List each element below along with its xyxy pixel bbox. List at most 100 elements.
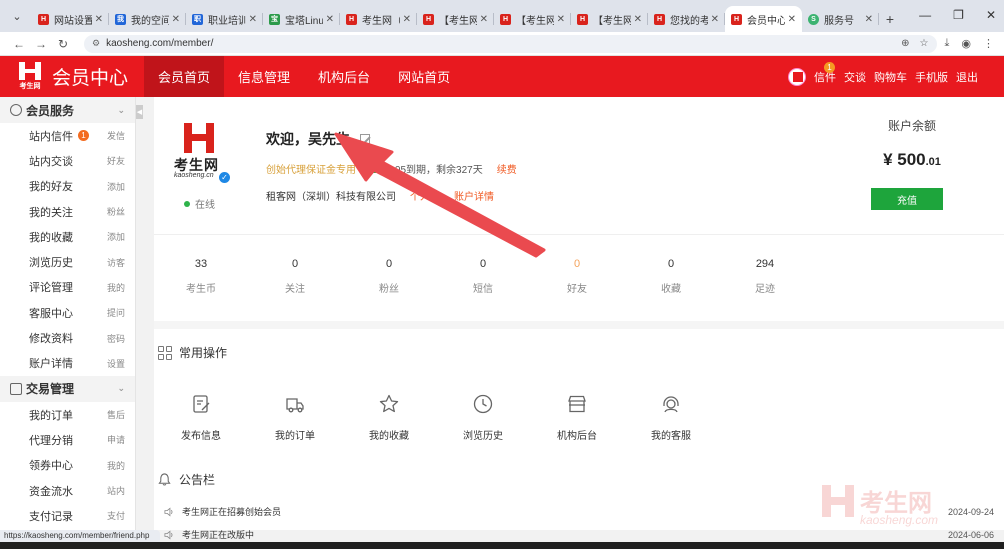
sidebar-item-action[interactable]: 我的 <box>107 281 125 294</box>
sidebar-item-action[interactable]: 访客 <box>107 256 125 269</box>
zoom-icon[interactable]: ⊕ <box>901 38 909 49</box>
bookmark-star-icon[interactable]: ☆ <box>920 38 929 49</box>
chevron-down-icon[interactable]: ⌄ <box>117 383 125 394</box>
sidebar-item[interactable]: 评论管理 我的 <box>0 275 135 300</box>
stat-item[interactable]: 33 考生币 <box>154 258 248 295</box>
back-icon[interactable]: ← <box>10 37 28 51</box>
stat-item[interactable]: 0 关注 <box>248 258 342 295</box>
site-info-icon[interactable]: ⚙ <box>92 38 100 49</box>
sidebar-item[interactable]: 站内交谈 好友 <box>0 148 135 173</box>
sidebar-item[interactable]: 客服中心 提问 <box>0 300 135 325</box>
browser-tab[interactable]: H 您找的考生✕ <box>648 6 725 32</box>
sidebar-item-action[interactable]: 提问 <box>107 306 125 319</box>
sidebar-item-action[interactable]: 密码 <box>107 332 125 345</box>
restore-icon[interactable]: ❐ <box>953 8 964 22</box>
nav-item[interactable]: 网站首页 <box>384 56 464 97</box>
logout-link[interactable]: 退出 <box>956 69 978 85</box>
download-icon[interactable]: ⤓ <box>945 37 950 50</box>
browser-tab[interactable]: H 网站设置 -✕ <box>32 6 109 32</box>
browser-tab[interactable]: H 【考生网】✕ <box>571 6 648 32</box>
sidebar-item[interactable]: 支付记录 支付 <box>0 503 135 528</box>
reload-icon[interactable]: ↻ <box>54 37 72 51</box>
profile-icon[interactable]: ◉ <box>961 37 971 50</box>
renew-link[interactable]: 续费 <box>497 161 517 176</box>
stat-item[interactable]: 294 足迹 <box>718 258 812 295</box>
sidebar-item[interactable]: 我的关注 粉丝 <box>0 199 135 224</box>
minimize-icon[interactable]: — <box>919 8 931 22</box>
chevron-down-icon[interactable]: ⌄ <box>117 105 125 116</box>
nav-item[interactable]: 会员首页 <box>144 56 225 97</box>
tab-close-icon[interactable]: ✕ <box>480 14 488 25</box>
tab-close-icon[interactable]: ✕ <box>865 14 873 25</box>
site-logo[interactable]: 考生网 <box>12 62 48 92</box>
mobile-link[interactable]: 手机版 <box>915 69 948 85</box>
quick-op[interactable]: 发布信息 <box>154 393 248 442</box>
browser-tab[interactable]: H 会员中心_考✕ <box>725 6 802 32</box>
sidebar-section-header[interactable]: 交易管理 ⌄ <box>0 375 135 402</box>
sidebar-item[interactable]: 我的订单 售后 <box>0 402 135 427</box>
sidebar-item[interactable]: 修改资料 密码 <box>0 325 135 350</box>
quick-op[interactable]: 浏览历史 <box>436 393 530 442</box>
sidebar-item-action[interactable]: 发信 <box>107 129 125 142</box>
sidebar-item[interactable]: 我的收藏 添加 <box>0 224 135 249</box>
browser-tab[interactable]: H 【考生网】✕ <box>494 6 571 32</box>
browser-tab[interactable]: 我我的空间 ✕ <box>109 6 186 32</box>
close-window-icon[interactable]: ✕ <box>986 8 996 22</box>
browser-tab[interactable]: H 考生网（ka✕ <box>340 6 417 32</box>
quick-op[interactable]: 机构后台 <box>530 393 624 442</box>
member-grade[interactable]: 创始代理保证金专用 <box>266 161 356 176</box>
tab-close-icon[interactable]: ✕ <box>172 14 180 25</box>
tab-close-icon[interactable]: ✕ <box>634 14 642 25</box>
chat-link[interactable]: 交谈 <box>844 69 866 85</box>
sidebar-item[interactable]: 账户详情 设置 <box>0 351 135 376</box>
sidebar-item-action[interactable]: 站内 <box>107 484 125 497</box>
homepage-link[interactable]: 个人主 <box>410 188 440 203</box>
stat-item[interactable]: 0 短信 <box>436 258 530 295</box>
sidebar-item-action[interactable]: 好友 <box>107 154 125 167</box>
new-tab-button[interactable]: + <box>879 6 901 32</box>
stat-item[interactable]: 0 粉丝 <box>342 258 436 295</box>
sidebar-item-action[interactable]: 设置 <box>107 357 125 370</box>
stat-item[interactable]: 0 好友 <box>530 258 624 295</box>
browser-tab[interactable]: H 【考生网】✕ <box>417 6 494 32</box>
tab-close-icon[interactable]: ✕ <box>403 14 411 25</box>
forward-icon[interactable]: → <box>32 37 50 51</box>
tab-close-icon[interactable]: ✕ <box>788 14 796 25</box>
sidebar-item-action[interactable]: 我的 <box>107 459 125 472</box>
sidebar-item[interactable]: 领券中心 我的 <box>0 453 135 478</box>
recharge-button[interactable]: 充值 <box>871 188 943 210</box>
browser-tab[interactable]: S 服务号 ✕ <box>802 6 879 32</box>
tab-close-icon[interactable]: ✕ <box>249 14 257 25</box>
url-input[interactable]: ⚙ kaosheng.com/member/ ⊕ ☆ <box>84 34 937 53</box>
sidebar-item-action[interactable]: 添加 <box>107 230 125 243</box>
sidebar-item-action[interactable]: 添加 <box>107 180 125 193</box>
tab-search-chevron-icon[interactable]: ⌄ <box>6 5 28 27</box>
menu-dots-icon[interactable]: ⋮ <box>983 37 994 50</box>
notice-item[interactable]: 考生网正在改版中 2024-06-06 <box>164 528 994 541</box>
sidebar-item[interactable]: 站内信件 1 发信 <box>0 123 135 148</box>
sidebar-item[interactable]: 浏览历史 访客 <box>0 249 135 274</box>
cart-link[interactable]: 购物车 <box>874 69 907 85</box>
sidebar-item-action[interactable]: 售后 <box>107 408 125 421</box>
nav-item[interactable]: 机构后台 <box>304 56 384 97</box>
sidebar-section-header[interactable]: 会员服务 ⌄ <box>0 97 135 123</box>
browser-tab[interactable]: 宝宝塔Linux✕ <box>263 6 340 32</box>
tab-close-icon[interactable]: ✕ <box>95 14 103 25</box>
quick-op[interactable]: 我的订单 <box>248 393 342 442</box>
account-detail-link[interactable]: 账户详情 <box>454 188 494 203</box>
avatar[interactable] <box>788 67 806 86</box>
sidebar-item[interactable]: 我的好友 添加 <box>0 174 135 199</box>
tab-close-icon[interactable]: ✕ <box>326 14 334 25</box>
messages-link[interactable]: 信件 1 <box>814 61 836 85</box>
sidebar-item-action[interactable]: 申请 <box>107 433 125 446</box>
sidebar-item-action[interactable]: 粉丝 <box>107 205 125 218</box>
nav-item[interactable]: 信息管理 <box>224 56 304 97</box>
browser-tab[interactable]: 职职业培训新✕ <box>186 6 263 32</box>
stat-item[interactable]: 0 收藏 <box>624 258 718 295</box>
sidebar-item-action[interactable]: 支付 <box>107 509 125 522</box>
sidebar-item[interactable]: 代理分销 申请 <box>0 427 135 452</box>
quick-op[interactable]: 我的客服 <box>624 393 718 442</box>
edit-icon[interactable] <box>360 134 370 144</box>
sidebar-collapse-icon[interactable]: ◀ <box>136 105 143 119</box>
tab-close-icon[interactable]: ✕ <box>711 14 719 25</box>
